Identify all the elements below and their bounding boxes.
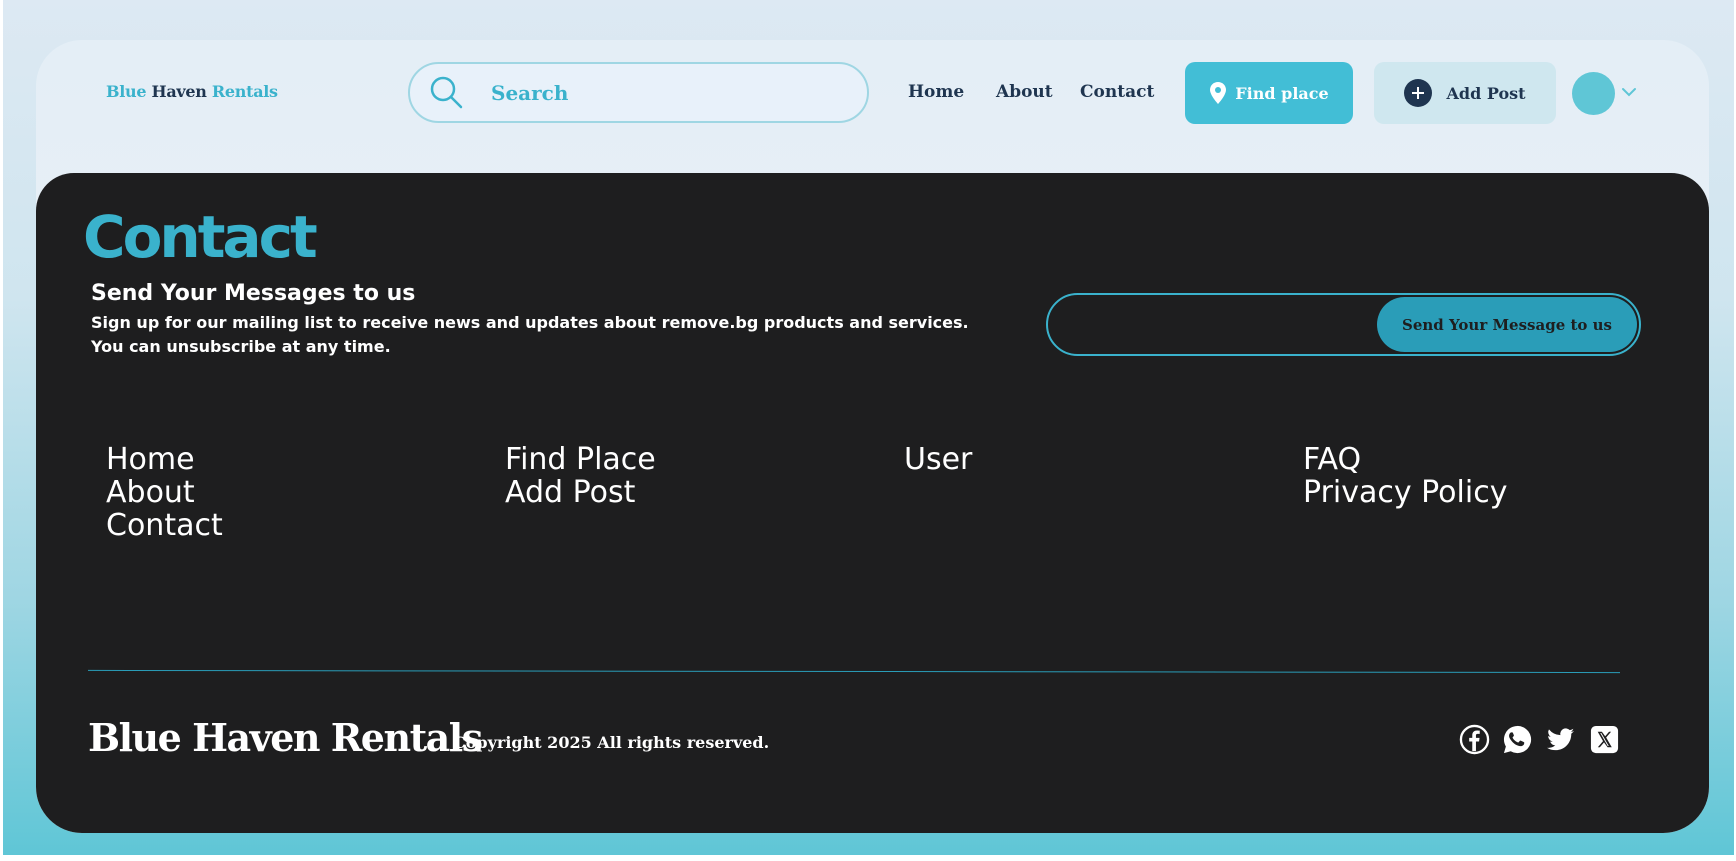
nav-contact[interactable]: Contact bbox=[1080, 82, 1154, 102]
location-pin-icon bbox=[1210, 82, 1227, 104]
footer-link-user[interactable]: User bbox=[904, 443, 972, 476]
contact-footer-panel: Contact Send Your Messages to us Sign up… bbox=[36, 173, 1709, 833]
footer-divider bbox=[88, 669, 1621, 674]
footer-link-find-place[interactable]: Find Place bbox=[505, 443, 656, 476]
footer-brand: Blue Haven Rentals bbox=[88, 715, 483, 760]
plus-circle-icon bbox=[1404, 79, 1433, 107]
x-icon[interactable] bbox=[1589, 724, 1620, 755]
search-input[interactable]: Search bbox=[408, 62, 869, 123]
search-placeholder: Search bbox=[491, 80, 569, 105]
find-place-label: Find place bbox=[1235, 83, 1329, 103]
newsletter-heading: Send Your Messages to us bbox=[91, 281, 416, 306]
page-background: Blue Haven Rentals Search Home About Con… bbox=[3, 0, 1734, 855]
footer-link-about[interactable]: About bbox=[106, 476, 223, 509]
app-window: Blue Haven Rentals Search Home About Con… bbox=[36, 40, 1709, 833]
send-message-button[interactable]: Send Your Message to us bbox=[1377, 297, 1637, 352]
facebook-icon[interactable] bbox=[1459, 724, 1490, 755]
brand-word-2: Haven bbox=[151, 82, 207, 101]
nav-about[interactable]: About bbox=[996, 82, 1053, 102]
footer-links-col-3: User bbox=[904, 443, 972, 476]
footer-links-col-4: FAQ Privacy Policy bbox=[1303, 443, 1507, 509]
footer-links-col-2: Find Place Add Post bbox=[505, 443, 656, 509]
footer-link-add-post[interactable]: Add Post bbox=[505, 476, 656, 509]
twitter-icon[interactable] bbox=[1545, 724, 1576, 755]
find-place-button[interactable]: Find place bbox=[1185, 62, 1353, 124]
brand-logo[interactable]: Blue Haven Rentals bbox=[106, 82, 278, 101]
footer-link-home[interactable]: Home bbox=[106, 443, 223, 476]
add-post-label: Add Post bbox=[1446, 83, 1526, 103]
footer-link-contact[interactable]: Contact bbox=[106, 509, 223, 542]
copyright-text: Copyright 2025 All rights reserved. bbox=[453, 733, 770, 752]
add-post-button[interactable]: Add Post bbox=[1374, 62, 1556, 124]
whatsapp-icon[interactable] bbox=[1502, 724, 1533, 755]
nav-home[interactable]: Home bbox=[908, 82, 964, 102]
page-title: Contact bbox=[83, 203, 318, 271]
avatar[interactable] bbox=[1572, 72, 1615, 115]
brand-word-1: Blue bbox=[106, 82, 147, 101]
search-icon bbox=[430, 76, 463, 108]
footer-link-faq[interactable]: FAQ bbox=[1303, 443, 1507, 476]
brand-word-3: Rentals bbox=[211, 82, 278, 101]
footer-link-privacy-policy[interactable]: Privacy Policy bbox=[1303, 476, 1507, 509]
chevron-down-icon[interactable] bbox=[1621, 84, 1637, 100]
message-input[interactable]: Send Your Message to us bbox=[1046, 293, 1641, 356]
newsletter-subtext: Sign up for our mailing list to receive … bbox=[91, 313, 969, 356]
footer-links-col-1: Home About Contact bbox=[106, 443, 223, 542]
